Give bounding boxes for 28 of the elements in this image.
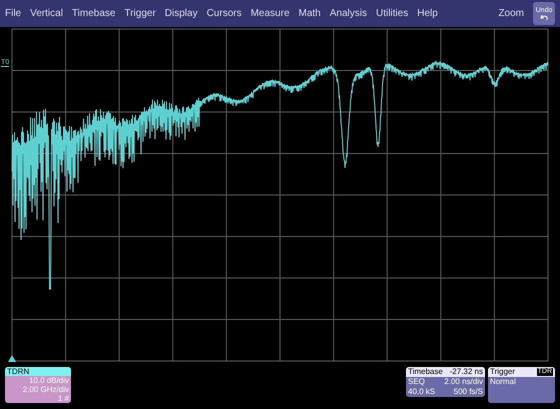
- timebase-value: 500 fs/S: [454, 387, 483, 397]
- zoom-label[interactable]: Zoom: [498, 6, 524, 21]
- timebase-value: SEQ: [408, 377, 425, 387]
- channel-descriptor-panel[interactable]: TDRN 10.0 dB/div 2.00 GHz/div 1 #: [5, 367, 71, 403]
- timebase-value: 2.00 ns/div: [444, 377, 483, 387]
- menu-item[interactable]: Display: [164, 6, 198, 21]
- channel-setting: 1 #: [56, 394, 70, 403]
- timebase-offset: -27.32 ns: [450, 367, 483, 377]
- menu-item[interactable]: File: [5, 6, 22, 21]
- menu-item[interactable]: Cursors: [206, 6, 242, 21]
- channel-setting: 10.0 dB/div: [28, 376, 70, 385]
- undo-icon: [540, 14, 548, 20]
- menu-item[interactable]: Measure: [250, 6, 290, 21]
- trigger-marker-icon: [8, 355, 16, 362]
- timebase-value: 40.0 kS: [408, 387, 436, 397]
- menu-item[interactable]: Analysis: [330, 6, 367, 21]
- menu-item[interactable]: Help: [417, 6, 438, 21]
- menu-item[interactable]: Trigger: [124, 6, 156, 21]
- timebase-panel[interactable]: Timebase -27.32 ns SEQ 2.00 ns/div 40.0 kS 500 fs/S: [406, 367, 485, 397]
- menu-item[interactable]: Utilities: [376, 6, 408, 21]
- trigger-title: Trigger: [490, 367, 516, 377]
- channel-label: TDRN: [5, 367, 71, 376]
- menu-item[interactable]: Vertical: [30, 6, 63, 21]
- menu-item[interactable]: Timebase: [72, 6, 116, 21]
- trigger-mode: Normal: [489, 377, 517, 387]
- timebase-title: Timebase: [408, 367, 443, 377]
- menu-item[interactable]: Math: [298, 6, 321, 21]
- channel-setting: 2.00 GHz/div: [22, 385, 70, 394]
